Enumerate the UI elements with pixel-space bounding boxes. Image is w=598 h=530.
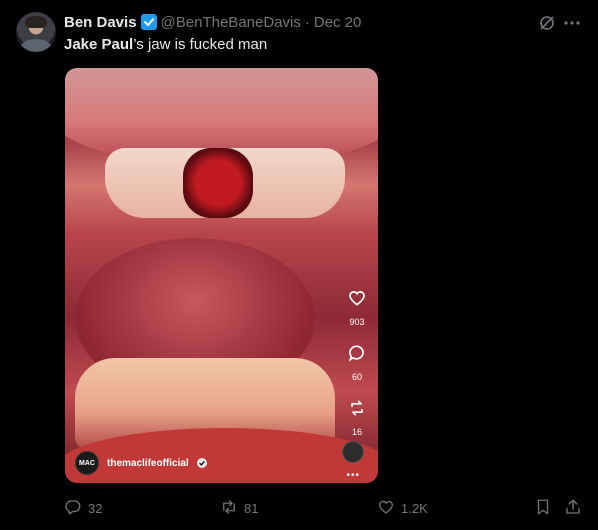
tweet-date[interactable]: Dec 20 — [314, 14, 362, 31]
media-more-icon[interactable]: ••• — [346, 470, 360, 481]
author-handle[interactable]: @BenTheBaneDavis — [161, 14, 301, 31]
repost-count: 81 — [244, 501, 259, 516]
more-icon[interactable] — [563, 14, 581, 32]
tweet-actions: 32 81 1.2K — [64, 498, 584, 518]
media-side-actions: 903 60 16 — [344, 288, 370, 449]
repost-icon[interactable] — [347, 398, 367, 423]
repost-icon — [220, 498, 238, 519]
like-count: 1.2K — [401, 501, 428, 516]
media-likes-count: 903 — [349, 317, 365, 327]
reply-count: 32 — [88, 501, 103, 516]
tweet[interactable]: Ben Davis @BenTheBaneDavis · Dec 20 Jake… — [0, 0, 598, 530]
share-button[interactable] — [564, 498, 582, 519]
tweet-text-body: ’s jaw is fucked man — [133, 36, 268, 53]
media-broken-tooth — [183, 148, 253, 218]
music-disc-icon[interactable] — [342, 441, 364, 463]
separator: · — [304, 13, 310, 31]
avatar[interactable] — [16, 12, 56, 52]
creator-name[interactable]: themaclifeofficial — [107, 458, 189, 469]
like-button[interactable]: 1.2K — [377, 498, 428, 519]
bookmark-button[interactable] — [534, 498, 552, 519]
tweet-text: Jake Paul’s jaw is fucked man — [64, 35, 267, 55]
reply-button[interactable]: 32 — [64, 498, 102, 519]
heart-icon[interactable] — [347, 288, 367, 313]
avatar-body — [20, 39, 52, 52]
mention-link[interactable]: Jake Paul — [64, 36, 133, 53]
bookmark-icon — [534, 498, 552, 519]
author-name[interactable]: Ben Davis — [64, 14, 137, 31]
creator-logo: MAC — [75, 451, 99, 475]
comment-icon[interactable] — [347, 343, 367, 368]
media-reposts-count: 16 — [351, 427, 362, 437]
share-icon — [564, 498, 582, 519]
tweet-media[interactable]: 903 60 16 ••• MAC themaclifeofficial — [65, 68, 378, 483]
avatar-hair — [25, 16, 47, 28]
media-creator[interactable]: MAC themaclifeofficial — [75, 451, 207, 475]
grok-icon[interactable] — [538, 14, 556, 32]
media-comments-count: 60 — [351, 372, 362, 382]
creator-verified-icon — [196, 458, 207, 468]
verified-icon — [140, 14, 157, 30]
reply-icon — [64, 498, 82, 519]
tweet-header: Ben Davis @BenTheBaneDavis · Dec 20 — [64, 12, 361, 32]
heart-icon — [377, 498, 395, 519]
repost-button[interactable]: 81 — [220, 498, 258, 519]
